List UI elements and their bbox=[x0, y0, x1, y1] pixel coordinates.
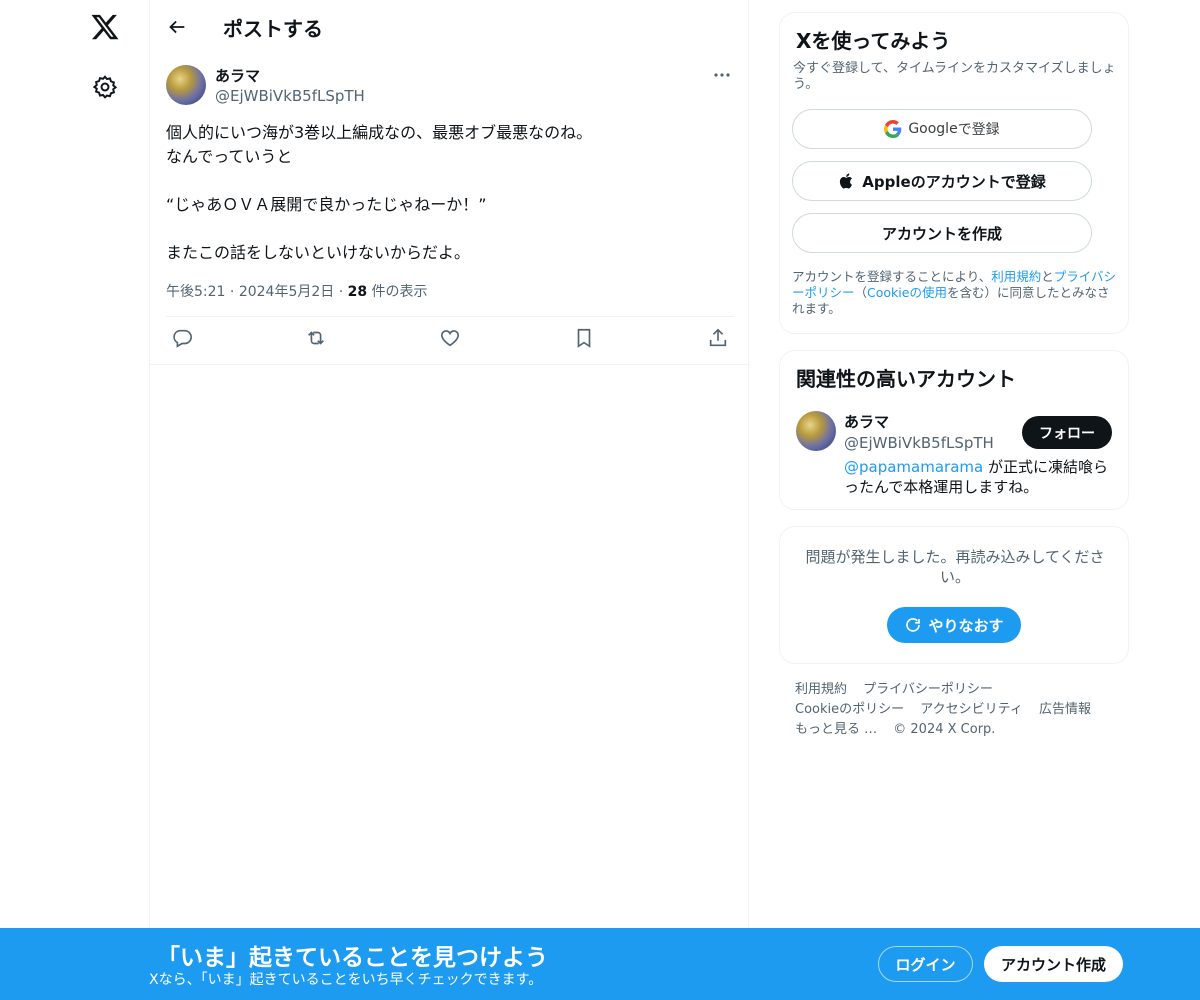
gear-icon[interactable] bbox=[92, 74, 118, 100]
avatar[interactable] bbox=[166, 65, 206, 105]
follow-button[interactable]: フォロー bbox=[1022, 416, 1112, 449]
post-line bbox=[166, 217, 726, 241]
meta-separator: · bbox=[229, 284, 235, 300]
google-signup-button[interactable]: Google で登録 bbox=[792, 109, 1092, 149]
left-nav bbox=[70, 0, 150, 1000]
footer-links: 利用規約 プライバシーポリシー Cookieのポリシー アクセシビリティ 広告情… bbox=[795, 680, 1125, 740]
banner-title: 「いま」起きていることを見つけよう bbox=[157, 945, 548, 971]
legal-text: と bbox=[1041, 269, 1054, 284]
repost-icon[interactable] bbox=[305, 327, 327, 349]
bookmark-icon[interactable] bbox=[573, 327, 595, 349]
post-time[interactable]: 午後5:21 bbox=[166, 284, 225, 300]
legal-text: （ bbox=[854, 285, 868, 300]
cookie-link[interactable]: Cookieの使用 bbox=[867, 285, 947, 300]
create-account-button[interactable]: アカウントを作成 bbox=[792, 213, 1092, 253]
post-line bbox=[166, 169, 726, 193]
apple-signup-label: Appleのアカウントで登録 bbox=[862, 172, 1046, 191]
retry-label: やりなおす bbox=[928, 616, 1004, 635]
views-count: 28 bbox=[347, 284, 368, 300]
legal-text: アカウントを登録することにより、 bbox=[792, 269, 992, 284]
footer-link-ads[interactable]: 広告情報 bbox=[1039, 702, 1091, 717]
related-account-name[interactable]: あラマ bbox=[844, 411, 889, 432]
footer-link-accessibility[interactable]: アクセシビリティ bbox=[920, 702, 1023, 717]
post-meta: 午後5:21 · 2024年5月2日 · 28 件の表示 bbox=[166, 281, 428, 301]
more-horizontal-icon[interactable] bbox=[711, 67, 733, 83]
post-line: “じゃあＯＶＡ展開で良かったじゃねーか！” bbox=[166, 195, 487, 214]
footer-link-more[interactable]: もっと見る … bbox=[795, 722, 877, 737]
main-column: ポストする あラマ @EjWBiVkB5fLSpTH 個人的にいつ海が3巻以上編… bbox=[149, 0, 750, 1000]
post-line: またこの話をしないといけないからだよ。 bbox=[166, 243, 471, 262]
legal-notice: アカウントを登録することにより、利用規約とプライバシーポリシー（Cookieの使… bbox=[792, 269, 1120, 317]
post-line: 個人的にいつ海が3巻以上編成なの、最悪オブ最悪なのね。 bbox=[166, 123, 593, 142]
banner-subtitle: Xなら、「いま」起きていることをいち早くチェックできます。 bbox=[149, 972, 543, 988]
meta-separator: · bbox=[338, 284, 344, 300]
google-suffix: で登録 bbox=[957, 122, 1000, 138]
post-date[interactable]: 2024年5月2日 bbox=[239, 284, 334, 300]
error-card: 問題が発生しました。再読み込みしてください。 やりなおす bbox=[779, 526, 1129, 664]
google-icon bbox=[884, 120, 902, 138]
signup-button[interactable]: アカウント作成 bbox=[984, 946, 1123, 982]
share-icon[interactable] bbox=[707, 327, 729, 349]
apple-signup-button[interactable]: Appleのアカウントで登録 bbox=[792, 161, 1092, 201]
google-brand: Google bbox=[908, 121, 958, 137]
author-name[interactable]: あラマ bbox=[215, 65, 260, 86]
like-icon[interactable] bbox=[439, 327, 461, 349]
create-account-label: アカウントを作成 bbox=[881, 224, 1002, 243]
author-handle[interactable]: @EjWBiVkB5fLSpTH bbox=[215, 87, 365, 105]
post-text: 個人的にいつ海が3巻以上編成なの、最悪オブ最悪なのね。 なんでっていうと “じゃ… bbox=[166, 121, 726, 265]
reply-icon[interactable] bbox=[171, 327, 193, 349]
related-account-handle[interactable]: @EjWBiVkB5fLSpTH bbox=[844, 434, 994, 452]
post-detail: あラマ @EjWBiVkB5fLSpTH 個人的にいつ海が3巻以上編成なの、最悪… bbox=[150, 53, 750, 365]
signup-card: Xを使ってみよう 今すぐ登録して、タイムラインをカスタマイズしましょう。 Goo… bbox=[779, 12, 1129, 334]
apple-icon bbox=[840, 173, 853, 189]
footer-link-privacy[interactable]: プライバシーポリシー bbox=[863, 682, 993, 697]
page-header: ポストする bbox=[150, 0, 750, 53]
footer-link-cookie[interactable]: Cookieのポリシー bbox=[795, 702, 904, 717]
signup-banner: 「いま」起きていることを見つけよう Xなら、「いま」起きていることをいち早くチェ… bbox=[0, 928, 1200, 1000]
post-line: なんでっていうと bbox=[166, 147, 293, 166]
terms-link[interactable]: 利用規約 bbox=[991, 269, 1041, 284]
signup-title: Xを使ってみよう bbox=[796, 29, 951, 53]
retry-button[interactable]: やりなおす bbox=[887, 607, 1021, 643]
related-title: 関連性の高いアカウント bbox=[796, 367, 1016, 391]
footer-link-terms[interactable]: 利用規約 bbox=[795, 682, 847, 697]
footer-copyright: © 2024 X Corp. bbox=[893, 722, 996, 737]
bio-mention-link[interactable]: @papamamarama bbox=[844, 458, 983, 476]
login-button[interactable]: ログイン bbox=[878, 946, 973, 982]
views-label: 件の表示 bbox=[367, 284, 428, 300]
divider bbox=[166, 316, 734, 317]
arrow-left-icon[interactable] bbox=[166, 16, 188, 38]
x-logo-icon[interactable] bbox=[90, 12, 120, 42]
refresh-icon bbox=[906, 618, 921, 632]
post-actions bbox=[166, 327, 734, 353]
error-message: 問題が発生しました。再読み込みしてください。 bbox=[805, 548, 1105, 586]
related-accounts-card: 関連性の高いアカウント あラマ @EjWBiVkB5fLSpTH フォロー @p… bbox=[779, 350, 1129, 510]
related-account-bio: @papamamarama が正式に凍結喰らったんで本格運用しますね。 bbox=[844, 457, 1114, 497]
page-title: ポストする bbox=[223, 17, 323, 41]
avatar[interactable] bbox=[796, 411, 836, 451]
signup-subtitle: 今すぐ登録して、タイムラインをカスタマイズしましょう。 bbox=[793, 61, 1116, 92]
